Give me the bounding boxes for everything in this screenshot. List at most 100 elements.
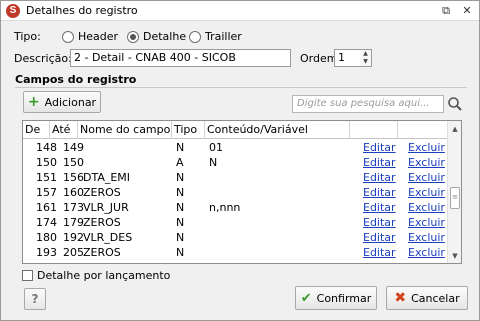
- cell-ate: 173: [63, 201, 84, 214]
- table-row[interactable]: 157 160 ZEROS N Editar Excluir: [23, 185, 447, 200]
- cell-tipo: N: [176, 231, 185, 244]
- cell-nome: VLR_DES: [83, 231, 133, 244]
- radio-trailler-label[interactable]: Trailler: [205, 30, 242, 43]
- edit-link[interactable]: Editar: [363, 155, 396, 170]
- radio-detalhe-label[interactable]: Detalhe: [143, 30, 186, 43]
- cancel-button-label[interactable]: Cancelar: [411, 292, 460, 305]
- edit-link[interactable]: Editar: [363, 140, 396, 155]
- col-tipo[interactable]: Tipo: [172, 121, 205, 139]
- title-bar[interactable]: S Detalhes do registro ⧉ ✕: [1, 1, 479, 21]
- cell-de: 151: [36, 171, 57, 184]
- col-de[interactable]: De: [23, 121, 50, 139]
- cell-ate: 160: [63, 186, 84, 199]
- table-row[interactable]: 151 156 DTA_EMI N Editar Excluir: [23, 170, 447, 185]
- confirm-button-label[interactable]: Confirmar: [317, 292, 372, 305]
- radio-header[interactable]: Header: [62, 30, 118, 43]
- cell-ate: 150: [63, 156, 84, 169]
- cell-tipo: N: [176, 141, 185, 154]
- table-scrollbar[interactable]: ▲ ≡ ▼: [447, 121, 461, 263]
- scroll-thumb[interactable]: ≡: [450, 187, 460, 209]
- search-icon[interactable]: [447, 95, 463, 113]
- delete-link[interactable]: Excluir: [408, 140, 445, 155]
- cell-tipo: A: [176, 156, 184, 169]
- table-row[interactable]: 180 192 VLR_DES N Editar Excluir: [23, 230, 447, 245]
- window-title: Detalhes do registro: [26, 4, 138, 17]
- table-header: De Até Nome do campo Tipo Conteúdo/Variá…: [23, 121, 447, 139]
- edit-link[interactable]: Editar: [363, 200, 396, 215]
- col-conteudo[interactable]: Conteúdo/Variável: [205, 121, 350, 139]
- cancel-button[interactable]: ✖ Cancelar: [386, 286, 468, 310]
- radio-header-label[interactable]: Header: [78, 30, 118, 43]
- col-nome[interactable]: Nome do campo: [78, 121, 172, 139]
- detalhe-lancamento-checkbox[interactable]: [22, 270, 33, 281]
- radio-detalhe[interactable]: Detalhe: [127, 30, 186, 43]
- fields-table[interactable]: De Até Nome do campo Tipo Conteúdo/Variá…: [22, 120, 462, 264]
- check-icon: ✔: [300, 290, 312, 306]
- cell-ate: 149: [63, 141, 84, 154]
- edit-link[interactable]: Editar: [363, 215, 396, 230]
- table-row[interactable]: 193 205 ZEROS N Editar Excluir: [23, 245, 447, 260]
- delete-link[interactable]: Excluir: [408, 215, 445, 230]
- radio-detalhe-circle[interactable]: [127, 30, 139, 43]
- ordem-stepper[interactable]: ▲ ▼: [360, 49, 372, 67]
- ordem-field[interactable]: 1: [334, 49, 361, 67]
- delete-link[interactable]: Excluir: [408, 170, 445, 185]
- detalhe-lancamento-label[interactable]: Detalhe por lançamento: [37, 269, 170, 282]
- col-delete: [398, 121, 447, 139]
- cell-de: 193: [36, 246, 57, 259]
- cell-nome: ZEROS: [83, 246, 121, 259]
- table-row[interactable]: 161 173 VLR_JUR N n,nnn Editar Excluir: [23, 200, 447, 215]
- descricao-label: Descrição:: [14, 52, 72, 65]
- edit-link[interactable]: Editar: [363, 245, 396, 260]
- table-row[interactable]: 148 149 N 01 Editar Excluir: [23, 140, 447, 155]
- cell-tipo: N: [176, 246, 185, 259]
- section-title: Campos do registro: [15, 73, 137, 86]
- cell-de: 161: [36, 201, 57, 214]
- search-input[interactable]: Digite sua pesquisa aqui...: [292, 95, 444, 113]
- scroll-up-icon[interactable]: ▲: [448, 123, 461, 135]
- cell-ate: 205: [63, 246, 84, 259]
- edit-link[interactable]: Editar: [363, 185, 396, 200]
- delete-link[interactable]: Excluir: [408, 155, 445, 170]
- delete-link[interactable]: Excluir: [408, 185, 445, 200]
- edit-link[interactable]: Editar: [363, 230, 396, 245]
- cell-tipo: N: [176, 186, 185, 199]
- section-divider: [15, 87, 467, 88]
- cell-nome: ZEROS: [83, 216, 121, 229]
- cell-conteudo: 01: [209, 141, 223, 154]
- dialog-window: S Detalhes do registro ⧉ ✕ Tipo: Header …: [0, 0, 480, 321]
- cell-ate: 156: [63, 171, 84, 184]
- col-ate[interactable]: Até: [50, 121, 78, 139]
- delete-link[interactable]: Excluir: [408, 200, 445, 215]
- cell-de: 174: [36, 216, 57, 229]
- cell-de: 150: [36, 156, 57, 169]
- cell-ate: 179: [63, 216, 84, 229]
- cell-de: 157: [36, 186, 57, 199]
- cell-de: 148: [36, 141, 57, 154]
- col-edit: [350, 121, 398, 139]
- help-button[interactable]: ?: [24, 288, 46, 310]
- cell-tipo: N: [176, 216, 185, 229]
- tipo-label: Tipo:: [14, 30, 41, 43]
- add-button[interactable]: + Adicionar: [23, 91, 101, 113]
- restore-icon[interactable]: ⧉: [438, 3, 454, 19]
- table-row[interactable]: 174 179 ZEROS N Editar Excluir: [23, 215, 447, 230]
- delete-link[interactable]: Excluir: [408, 230, 445, 245]
- cell-conteudo: N: [209, 156, 218, 169]
- scroll-down-icon[interactable]: ▼: [448, 250, 461, 262]
- cell-ate: 192: [63, 231, 84, 244]
- radio-header-circle[interactable]: [62, 30, 74, 43]
- table-row[interactable]: 150 150 A N Editar Excluir: [23, 155, 447, 170]
- radio-trailler[interactable]: Trailler: [189, 30, 242, 43]
- spin-down-icon[interactable]: ▼: [360, 58, 371, 66]
- confirm-button[interactable]: ✔ Confirmar: [295, 286, 377, 310]
- cell-nome: VLR_JUR: [83, 201, 129, 214]
- edit-link[interactable]: Editar: [363, 170, 396, 185]
- add-button-label[interactable]: Adicionar: [45, 96, 96, 109]
- radio-trailler-circle[interactable]: [189, 30, 201, 43]
- spin-up-icon[interactable]: ▲: [360, 50, 371, 58]
- delete-link[interactable]: Excluir: [408, 245, 445, 260]
- cell-de: 180: [36, 231, 57, 244]
- descricao-field[interactable]: 2 - Detail - CNAB 400 - SICOB: [70, 49, 291, 67]
- close-icon[interactable]: ✕: [459, 3, 475, 19]
